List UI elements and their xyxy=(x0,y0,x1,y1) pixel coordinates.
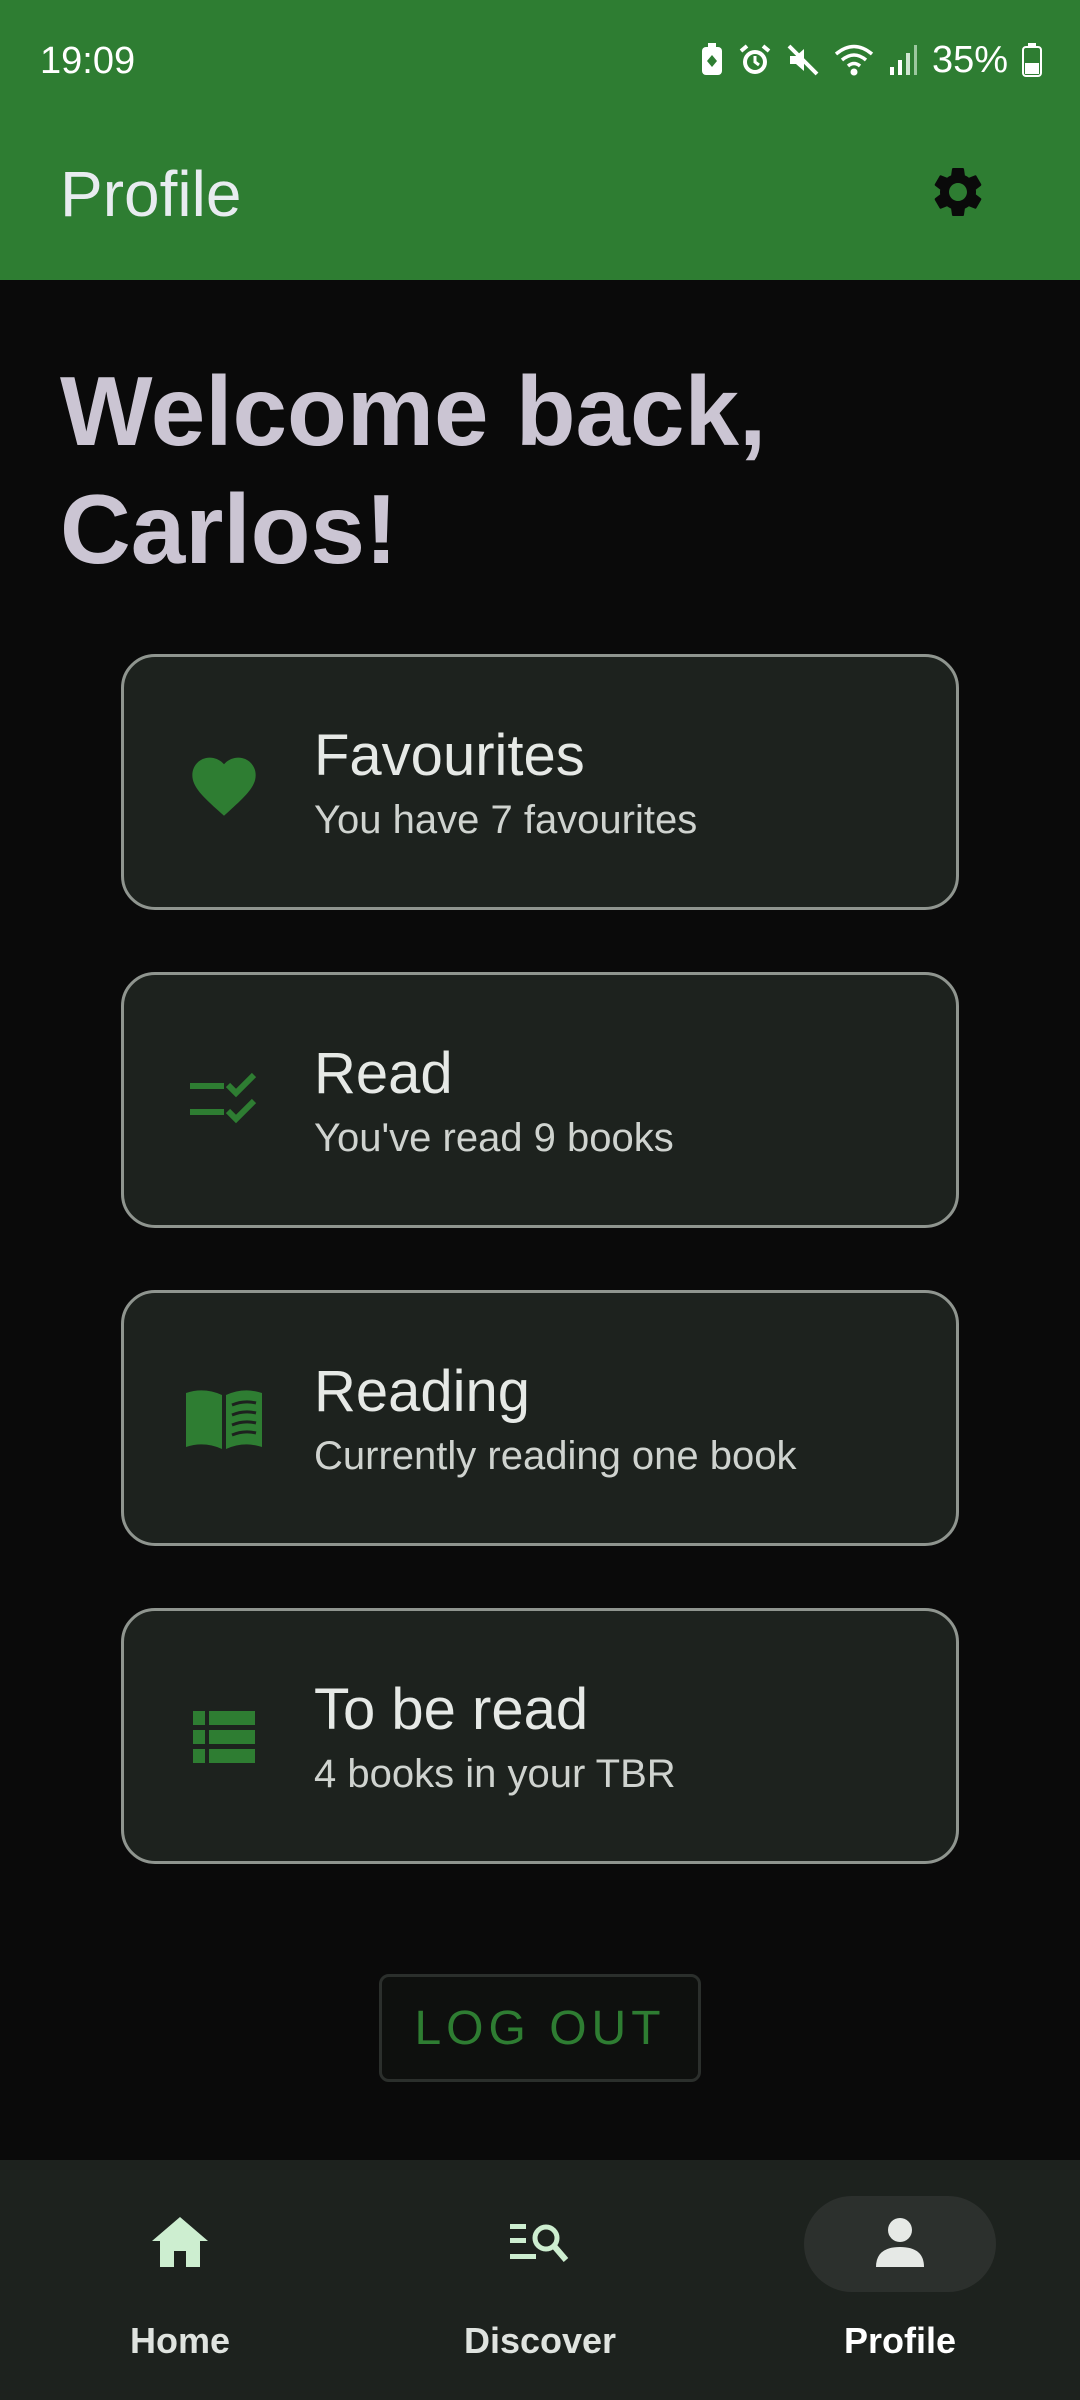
signal-icon xyxy=(888,43,918,77)
status-bar: 19:09 35% xyxy=(0,0,1080,118)
card-subtitle: You've read 9 books xyxy=(314,1116,674,1160)
checklist-icon xyxy=(182,1059,266,1143)
reading-card[interactable]: Reading Currently reading one book xyxy=(121,1290,959,1546)
card-title: To be read xyxy=(314,1677,589,1742)
book-open-icon xyxy=(182,1377,266,1461)
card-subtitle: You have 7 favourites xyxy=(314,798,698,842)
nav-item-home[interactable]: Home xyxy=(0,2160,360,2400)
mute-icon xyxy=(786,43,820,77)
alarm-icon xyxy=(738,43,772,77)
home-icon xyxy=(150,2215,210,2274)
heart-icon xyxy=(182,741,266,825)
card-title: Read xyxy=(314,1041,453,1106)
welcome-line-2: Carlos! xyxy=(60,474,398,584)
nav-pill-active xyxy=(804,2196,996,2292)
nav-pill xyxy=(444,2196,636,2292)
nav-pill xyxy=(84,2196,276,2292)
bottom-nav: Home Discover Profile xyxy=(0,2160,1080,2400)
welcome-line-1: Welcome back, xyxy=(60,356,767,466)
battery-saver-icon xyxy=(700,43,724,77)
welcome-heading: Welcome back, Carlos! xyxy=(60,352,1020,588)
settings-button[interactable] xyxy=(916,152,1000,236)
battery-icon xyxy=(1022,43,1042,77)
to-be-read-card[interactable]: To be read 4 books in your TBR xyxy=(121,1608,959,1864)
app-bar: Profile xyxy=(0,118,1080,280)
search-list-icon xyxy=(508,2218,572,2271)
gear-icon xyxy=(928,162,988,227)
nav-label: Discover xyxy=(463,2320,617,2361)
wifi-icon xyxy=(834,43,874,77)
battery-percent: 35% xyxy=(931,39,1008,81)
status-icons: 35% xyxy=(700,36,1042,84)
nav-item-profile[interactable]: Profile xyxy=(720,2160,1080,2400)
status-time: 19:09 xyxy=(40,40,136,82)
read-card[interactable]: Read You've read 9 books xyxy=(121,972,959,1228)
nav-label: Profile xyxy=(843,2320,957,2361)
card-title: Reading xyxy=(314,1359,531,1424)
logout-button[interactable]: LOG OUT xyxy=(379,1974,701,2082)
card-subtitle: 4 books in your TBR xyxy=(314,1752,676,1796)
favourites-card[interactable]: Favourites You have 7 favourites xyxy=(121,654,959,910)
card-title: Favourites xyxy=(314,723,585,788)
nav-item-discover[interactable]: Discover xyxy=(360,2160,720,2400)
card-subtitle: Currently reading one book xyxy=(314,1434,797,1478)
list-icon xyxy=(182,1695,266,1779)
nav-label: Home xyxy=(129,2320,231,2361)
person-icon xyxy=(873,2215,927,2274)
page-title: Profile xyxy=(60,158,242,230)
